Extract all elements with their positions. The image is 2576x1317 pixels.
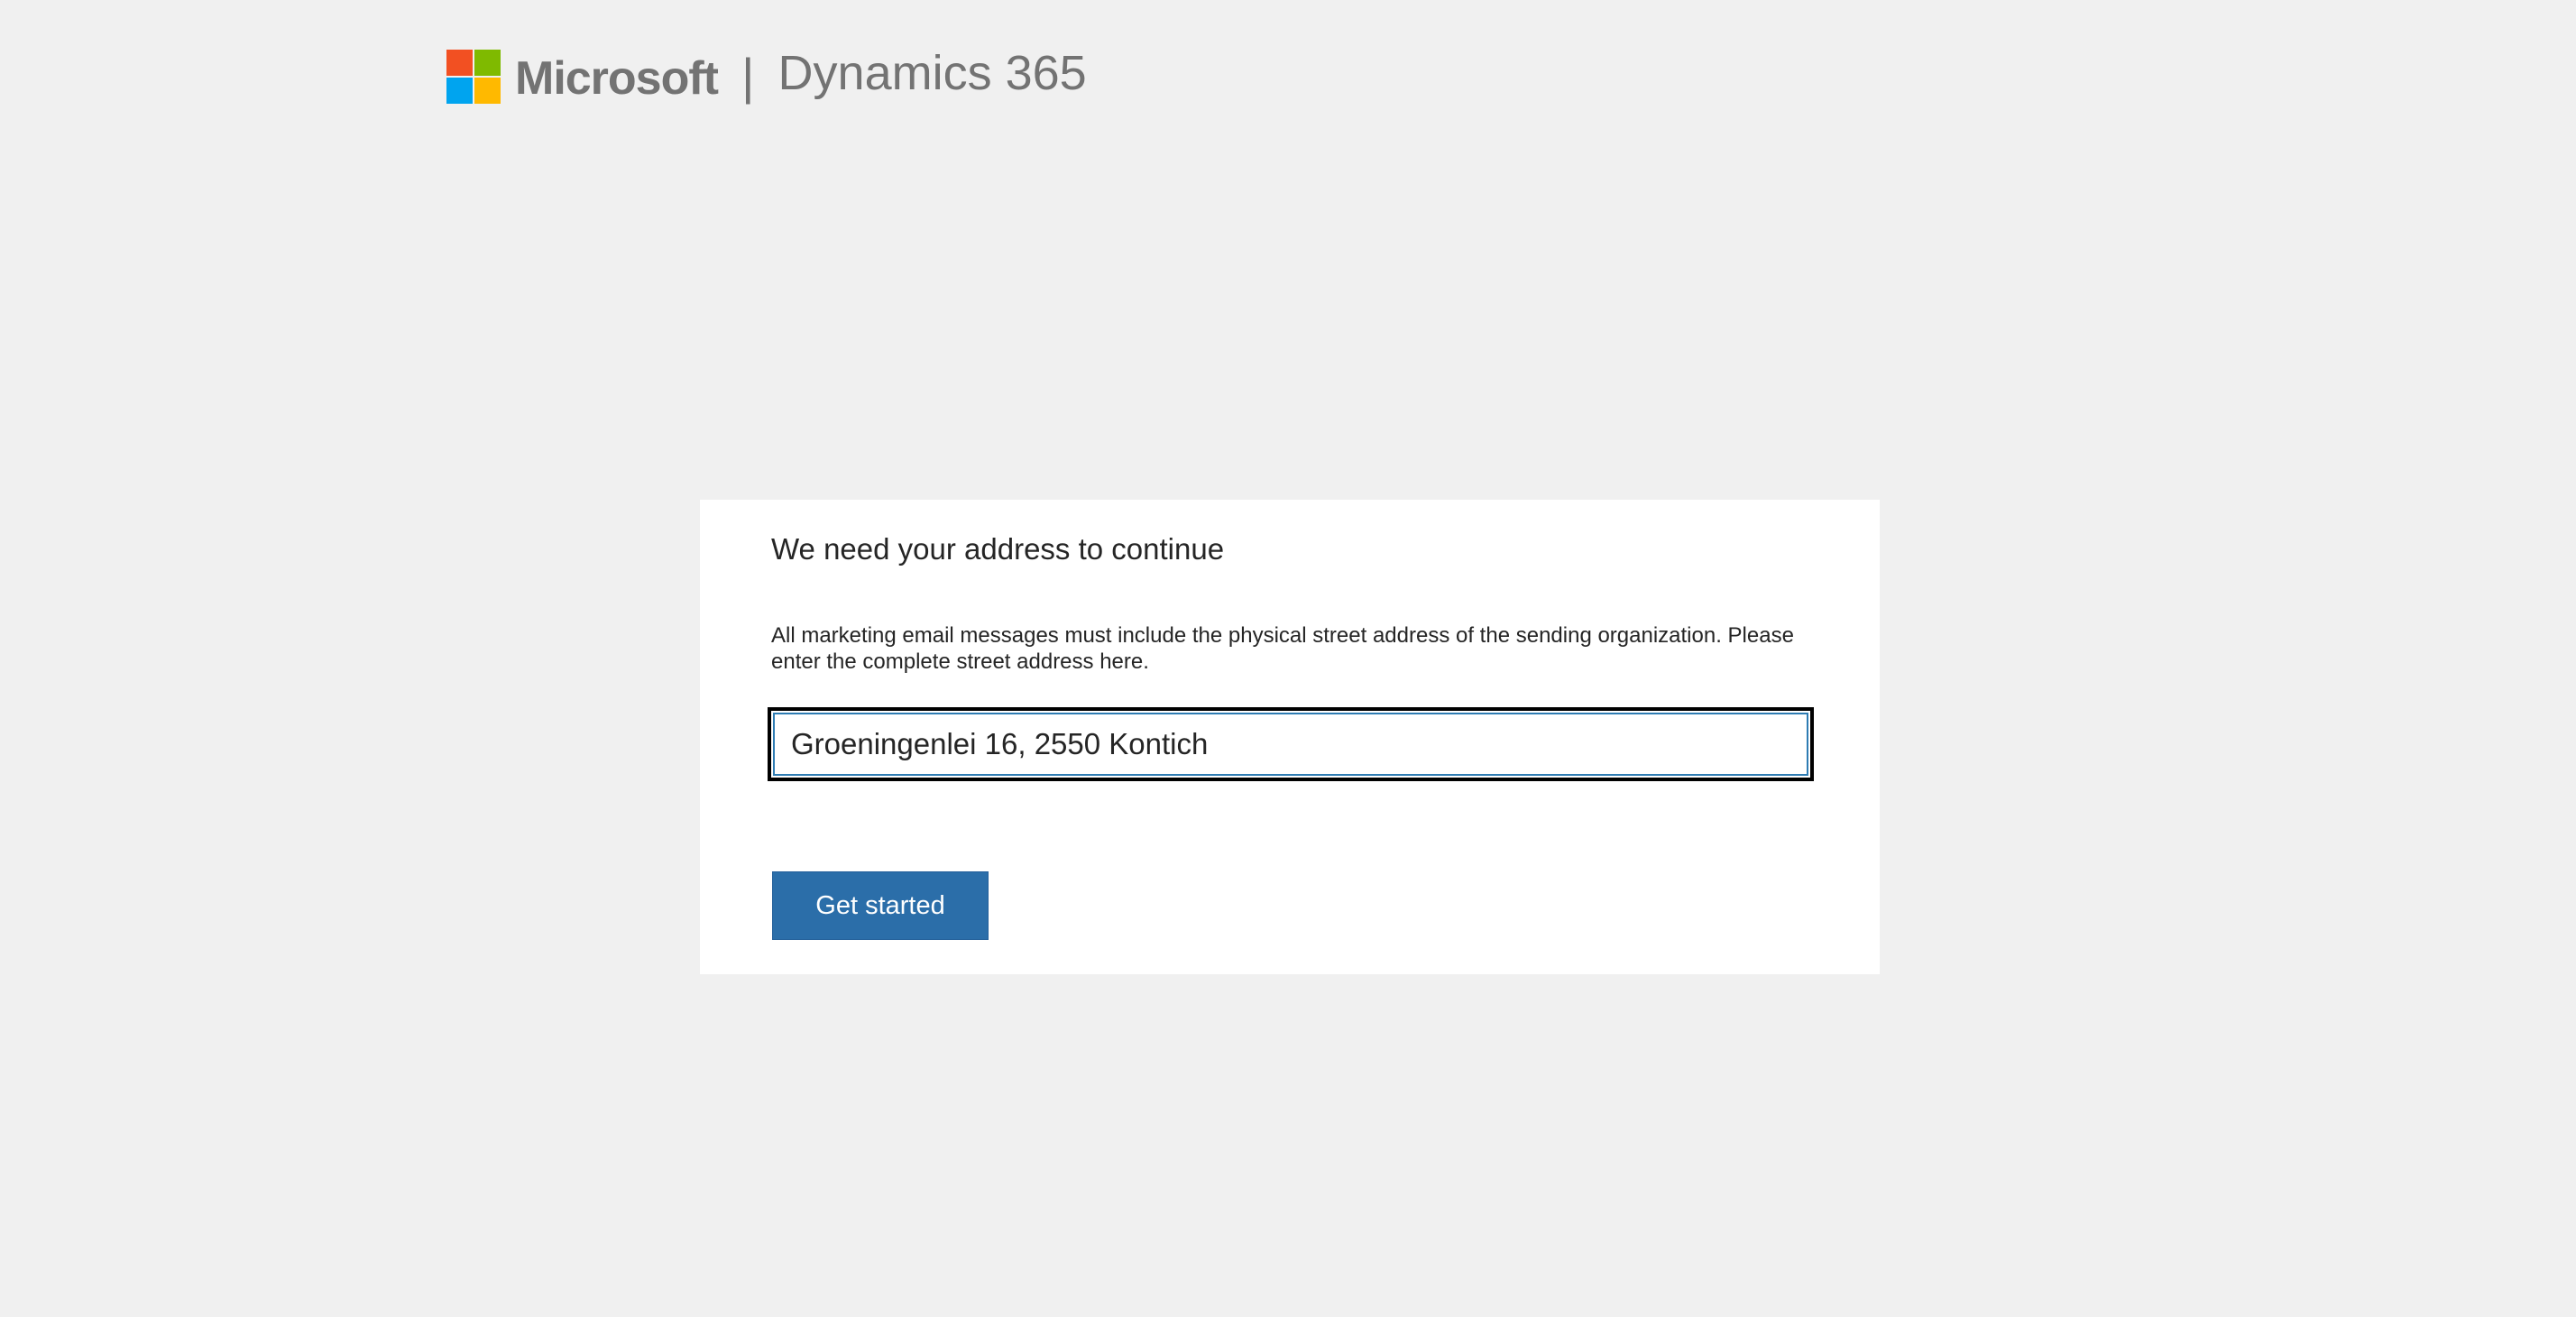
product-name: Dynamics 365: [777, 46, 1087, 100]
get-started-button[interactable]: Get started: [772, 871, 989, 940]
address-input[interactable]: [773, 713, 1808, 776]
address-field-focus-ring: [768, 707, 1814, 781]
logo-red-square: [446, 50, 473, 76]
logo-blue-square: [446, 78, 473, 104]
logo-yellow-square: [474, 78, 501, 104]
dialog-description: All marketing email messages must includ…: [771, 623, 1794, 674]
address-dialog: We need your address to continue All mar…: [700, 500, 1880, 974]
microsoft-logo-icon: [446, 50, 501, 104]
brand-divider: |: [741, 48, 755, 105]
dialog-title: We need your address to continue: [771, 532, 1225, 566]
logo-green-square: [474, 50, 501, 76]
header: Microsoft | Dynamics 365: [446, 36, 1087, 117]
brand-name: Microsoft: [515, 52, 719, 105]
